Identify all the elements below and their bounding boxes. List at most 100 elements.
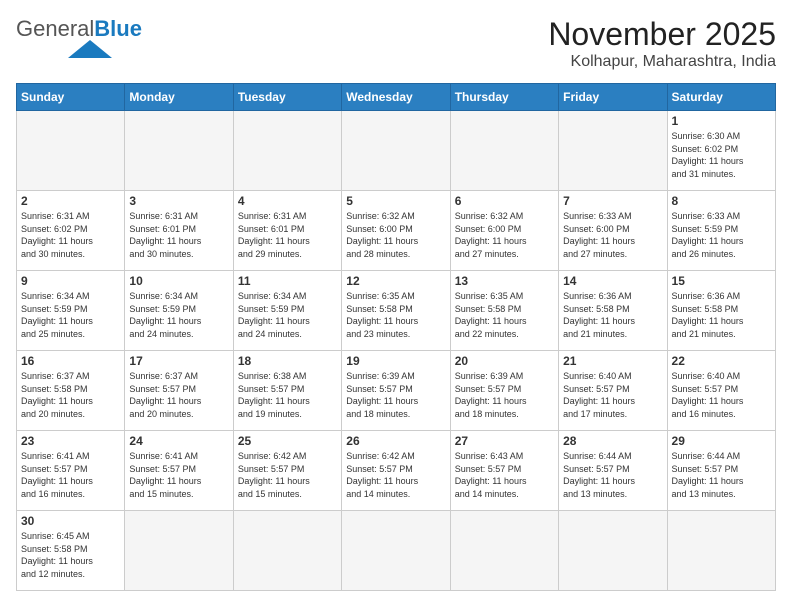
day-number: 12	[346, 274, 445, 288]
cell-content: Sunrise: 6:39 AM Sunset: 5:57 PM Dayligh…	[455, 370, 554, 420]
cell-content: Sunrise: 6:42 AM Sunset: 5:57 PM Dayligh…	[346, 450, 445, 500]
cell-content: Sunrise: 6:39 AM Sunset: 5:57 PM Dayligh…	[346, 370, 445, 420]
day-number: 20	[455, 354, 554, 368]
cell-content: Sunrise: 6:31 AM Sunset: 6:01 PM Dayligh…	[129, 210, 228, 260]
calendar-cell: 12 Sunrise: 6:35 AM Sunset: 5:58 PM Dayli…	[342, 271, 450, 351]
day-number: 21	[563, 354, 662, 368]
cell-content: Sunrise: 6:37 AM Sunset: 5:57 PM Dayligh…	[129, 370, 228, 420]
cell-content: Sunrise: 6:34 AM Sunset: 5:59 PM Dayligh…	[21, 290, 120, 340]
cell-content: Sunrise: 6:41 AM Sunset: 5:57 PM Dayligh…	[129, 450, 228, 500]
day-number: 23	[21, 434, 120, 448]
weekday-header: Thursday	[450, 84, 558, 111]
calendar-cell: 28Sunrise: 6:44 AM Sunset: 5:57 PM Dayli…	[559, 431, 667, 511]
calendar-cell: 22Sunrise: 6:40 AM Sunset: 5:57 PM Dayli…	[667, 351, 775, 431]
cell-content: Sunrise: 6:32 AM Sunset: 6:00 PM Dayligh…	[455, 210, 554, 260]
weekday-row: SundayMondayTuesdayWednesdayThursdayFrid…	[17, 84, 776, 111]
weekday-header: Sunday	[17, 84, 125, 111]
cell-content: Sunrise: 6:45 AM Sunset: 5:58 PM Dayligh…	[21, 530, 120, 580]
cell-content: Sunrise: 6:43 AM Sunset: 5:57 PM Dayligh…	[455, 450, 554, 500]
calendar-row: 2Sunrise: 6:31 AM Sunset: 6:02 PM Daylig…	[17, 191, 776, 271]
day-number: 5	[346, 194, 445, 208]
logo: General Blue	[16, 16, 142, 58]
day-number: 25	[238, 434, 337, 448]
day-number: 2	[21, 194, 120, 208]
calendar-cell: 5 Sunrise: 6:32 AM Sunset: 6:00 PM Daylig…	[342, 191, 450, 271]
day-number: 29	[672, 434, 771, 448]
cell-content: Sunrise: 6:30 AM Sunset: 6:02 PM Dayligh…	[672, 130, 771, 180]
cell-content: Sunrise: 6:33 AM Sunset: 5:59 PM Dayligh…	[672, 210, 771, 260]
calendar-row: 23 Sunrise: 6:41 AM Sunset: 5:57 PM Dayli…	[17, 431, 776, 511]
cell-content: Sunrise: 6:32 AM Sunset: 6:00 PM Dayligh…	[346, 210, 445, 260]
cell-content: Sunrise: 6:37 AM Sunset: 5:58 PM Dayligh…	[21, 370, 120, 420]
calendar-cell: 23Sunrise: 6:41 AM Sunset: 5:57 PM Dayli…	[17, 431, 125, 511]
day-number: 11	[238, 274, 337, 288]
calendar-row: 16 Sunrise: 6:37 AM Sunset: 5:58 PM Dayli…	[17, 351, 776, 431]
calendar-cell: 10Sunrise: 6:34 AM Sunset: 5:59 PM Dayli…	[125, 271, 233, 351]
day-number: 24	[129, 434, 228, 448]
calendar-cell: 7Sunrise: 6:33 AM Sunset: 6:00 PM Daylig…	[559, 191, 667, 271]
calendar-cell: 20 Sunrise: 6:39 AM Sunset: 5:57 PM Dayli…	[450, 351, 558, 431]
day-number: 26	[346, 434, 445, 448]
calendar-cell: 17 Sunrise: 6:37 AM Sunset: 5:57 PM Dayli…	[125, 351, 233, 431]
calendar-cell	[667, 511, 775, 591]
cell-content: Sunrise: 6:36 AM Sunset: 5:58 PM Dayligh…	[672, 290, 771, 340]
calendar-cell: 30Sunrise: 6:45 AM Sunset: 5:58 PM Dayli…	[17, 511, 125, 591]
weekday-header: Friday	[559, 84, 667, 111]
calendar-cell: 24 Sunrise: 6:41 AM Sunset: 5:57 PM Dayli…	[125, 431, 233, 511]
calendar-cell	[233, 111, 341, 191]
calendar-cell: 18Sunrise: 6:38 AM Sunset: 5:57 PM Dayli…	[233, 351, 341, 431]
logo-blue-text: Blue	[94, 16, 142, 42]
day-number: 16	[21, 354, 120, 368]
month-title: November 2025	[548, 16, 776, 53]
calendar-row: 30Sunrise: 6:45 AM Sunset: 5:58 PM Dayli…	[17, 511, 776, 591]
calendar-cell: 9Sunrise: 6:34 AM Sunset: 5:59 PM Daylig…	[17, 271, 125, 351]
day-number: 28	[563, 434, 662, 448]
day-number: 8	[672, 194, 771, 208]
calendar-body: 1Sunrise: 6:30 AM Sunset: 6:02 PM Daylig…	[17, 111, 776, 591]
calendar-cell: 16 Sunrise: 6:37 AM Sunset: 5:58 PM Dayli…	[17, 351, 125, 431]
calendar-cell: 4Sunrise: 6:31 AM Sunset: 6:01 PM Daylig…	[233, 191, 341, 271]
cell-content: Sunrise: 6:38 AM Sunset: 5:57 PM Dayligh…	[238, 370, 337, 420]
calendar-cell: 8 Sunrise: 6:33 AM Sunset: 5:59 PM Daylig…	[667, 191, 775, 271]
calendar-cell	[559, 511, 667, 591]
calendar-cell: 19 Sunrise: 6:39 AM Sunset: 5:57 PM Dayli…	[342, 351, 450, 431]
day-number: 14	[563, 274, 662, 288]
cell-content: Sunrise: 6:35 AM Sunset: 5:58 PM Dayligh…	[455, 290, 554, 340]
day-number: 7	[563, 194, 662, 208]
day-number: 22	[672, 354, 771, 368]
calendar-header: SundayMondayTuesdayWednesdayThursdayFrid…	[17, 84, 776, 111]
day-number: 17	[129, 354, 228, 368]
calendar-cell: 2Sunrise: 6:31 AM Sunset: 6:02 PM Daylig…	[17, 191, 125, 271]
calendar-cell: 1Sunrise: 6:30 AM Sunset: 6:02 PM Daylig…	[667, 111, 775, 191]
calendar-cell: 26 Sunrise: 6:42 AM Sunset: 5:57 PM Dayli…	[342, 431, 450, 511]
cell-content: Sunrise: 6:35 AM Sunset: 5:58 PM Dayligh…	[346, 290, 445, 340]
day-number: 27	[455, 434, 554, 448]
calendar-cell: 15 Sunrise: 6:36 AM Sunset: 5:58 PM Dayli…	[667, 271, 775, 351]
weekday-header: Monday	[125, 84, 233, 111]
calendar-row: 9Sunrise: 6:34 AM Sunset: 5:59 PM Daylig…	[17, 271, 776, 351]
calendar-cell: 25 Sunrise: 6:42 AM Sunset: 5:57 PM Dayli…	[233, 431, 341, 511]
weekday-header: Wednesday	[342, 84, 450, 111]
day-number: 15	[672, 274, 771, 288]
calendar-cell: 13 Sunrise: 6:35 AM Sunset: 5:58 PM Dayli…	[450, 271, 558, 351]
calendar-cell	[17, 111, 125, 191]
calendar-cell: 27 Sunrise: 6:43 AM Sunset: 5:57 PM Dayli…	[450, 431, 558, 511]
title-block: November 2025 Kolhapur, Maharashtra, Ind…	[548, 16, 776, 71]
page-header: General Blue November 2025 Kolhapur, Mah…	[16, 16, 776, 71]
calendar-cell: 29Sunrise: 6:44 AM Sunset: 5:57 PM Dayli…	[667, 431, 775, 511]
calendar-cell	[342, 111, 450, 191]
cell-content: Sunrise: 6:36 AM Sunset: 5:58 PM Dayligh…	[563, 290, 662, 340]
calendar-cell: 11Sunrise: 6:34 AM Sunset: 5:59 PM Dayli…	[233, 271, 341, 351]
calendar-cell: 14 Sunrise: 6:36 AM Sunset: 5:58 PM Dayli…	[559, 271, 667, 351]
day-number: 13	[455, 274, 554, 288]
cell-content: Sunrise: 6:42 AM Sunset: 5:57 PM Dayligh…	[238, 450, 337, 500]
day-number: 6	[455, 194, 554, 208]
calendar-cell	[342, 511, 450, 591]
calendar-cell: 3Sunrise: 6:31 AM Sunset: 6:01 PM Daylig…	[125, 191, 233, 271]
calendar-cell: 21 Sunrise: 6:40 AM Sunset: 5:57 PM Dayli…	[559, 351, 667, 431]
calendar-row: 1Sunrise: 6:30 AM Sunset: 6:02 PM Daylig…	[17, 111, 776, 191]
day-number: 19	[346, 354, 445, 368]
calendar-cell	[450, 511, 558, 591]
calendar-cell	[125, 111, 233, 191]
cell-content: Sunrise: 6:40 AM Sunset: 5:57 PM Dayligh…	[563, 370, 662, 420]
